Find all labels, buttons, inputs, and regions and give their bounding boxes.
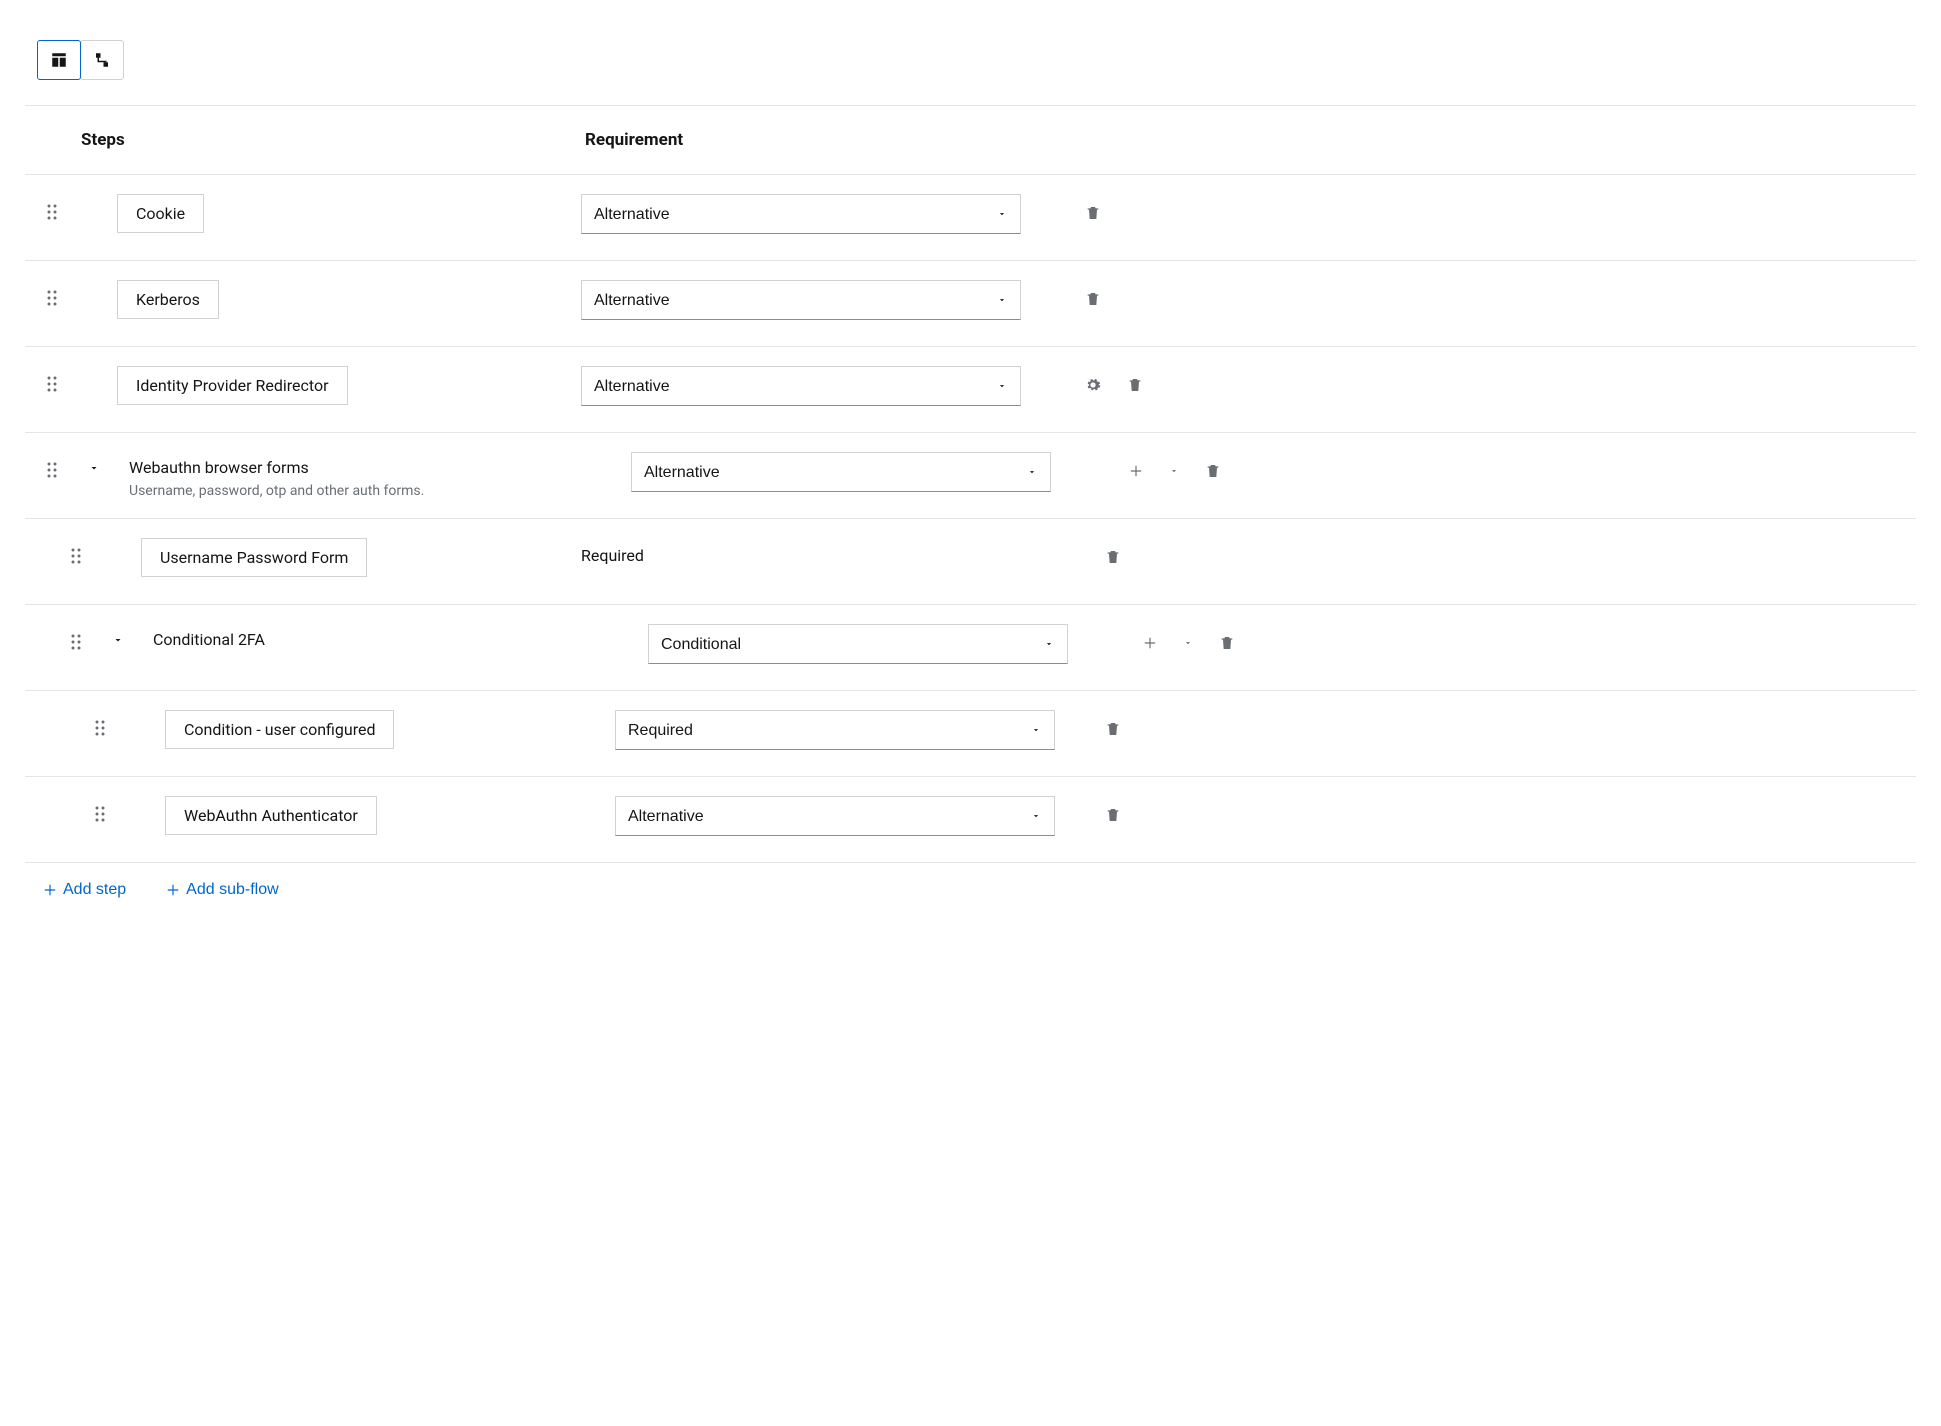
subflow-title: Webauthn browser forms [129,452,424,477]
header-requirement: Requirement [585,130,1916,150]
drag-handle[interactable] [25,452,71,478]
delete-button[interactable] [1101,716,1125,742]
delete-button[interactable] [1081,286,1105,312]
delete-icon [1105,806,1121,824]
expand-toggle[interactable] [71,452,117,474]
step-row: Cookie RequiredAlternativeDisabledConditi… [25,175,1916,261]
table-icon [50,51,68,69]
delete-icon [1085,290,1101,308]
delete-icon [1127,376,1143,394]
delete-icon [1105,720,1121,738]
add-icon [1129,464,1143,478]
requirement-col: Required [581,538,1081,565]
step-chip: Identity Provider Redirector [117,366,348,405]
delete-icon [1219,634,1235,652]
drag-handle[interactable] [25,280,71,306]
requirement-col: RequiredAlternativeDisabledConditional [581,194,1081,234]
menu-button[interactable] [1179,634,1197,652]
add-step-button[interactable]: Add step [43,881,126,899]
menu-button[interactable] [1165,462,1183,480]
requirement-col: RequiredAlternativeDisabledConditional [581,624,1081,664]
subflow-title: Conditional 2FA [153,624,265,649]
step-row: Identity Provider Redirector RequiredAlte… [25,347,1916,433]
drag-handle[interactable] [73,710,119,736]
settings-icon [1085,377,1101,393]
requirement-static: Required [581,538,644,565]
table-header: Steps Requirement [25,105,1916,175]
settings-button[interactable] [1081,373,1105,397]
requirement-col: RequiredAlternativeDisabledConditional [581,366,1081,406]
menu-icon [1169,466,1179,476]
step-row: Conditional 2FA RequiredAlternativeDisabl… [25,605,1916,691]
step-name-col: Identity Provider Redirector [117,366,581,405]
step-row: WebAuthn Authenticator RequiredAlternativ… [25,777,1916,863]
add-step-label: Add step [63,881,126,899]
view-toggle [37,40,124,80]
step-name-col: WebAuthn Authenticator [165,796,581,835]
table-view-button[interactable] [37,40,81,80]
row-actions [1081,710,1125,742]
delete-button[interactable] [1101,544,1125,570]
menu-icon [1183,638,1193,648]
requirement-col: RequiredAlternativeDisabledConditional [581,280,1081,320]
row-actions [1081,366,1147,398]
delete-button[interactable] [1101,802,1125,828]
delete-button[interactable] [1215,630,1239,656]
step-row: Username Password Form Required [25,519,1916,605]
add-button[interactable] [1139,632,1161,654]
drag-handle[interactable] [25,194,71,220]
drag-handle[interactable] [49,538,95,564]
diagram-icon [93,51,111,69]
diagram-view-button[interactable] [80,40,124,80]
delete-button[interactable] [1201,458,1225,484]
delete-icon [1105,548,1121,566]
row-actions [1081,624,1239,656]
row-actions [1081,194,1105,226]
step-name-col: Username Password Form [141,538,581,577]
step-row: Condition - user configured RequiredAlter… [25,691,1916,777]
plus-icon [166,883,180,897]
step-chip: Cookie [117,194,204,233]
row-actions [1081,280,1105,312]
requirement-select[interactable]: RequiredAlternativeDisabledConditional [581,366,1021,406]
requirement-select[interactable]: RequiredAlternativeDisabledConditional [581,280,1021,320]
row-actions [1081,538,1125,570]
delete-icon [1085,204,1101,222]
requirement-select[interactable]: RequiredAlternativeDisabledConditional [648,624,1068,664]
row-actions [1081,452,1225,484]
add-subflow-button[interactable]: Add sub-flow [166,881,279,899]
step-chip: Condition - user configured [165,710,394,749]
step-chip: WebAuthn Authenticator [165,796,377,835]
row-actions [1081,796,1125,828]
expand-toggle[interactable] [95,624,141,646]
header-steps: Steps [25,130,585,150]
add-subflow-label: Add sub-flow [186,881,279,899]
add-icon [1143,636,1157,650]
delete-button[interactable] [1123,372,1147,398]
drag-handle[interactable] [73,796,119,822]
step-row: Webauthn browser forms Username, password… [25,433,1916,519]
step-name-col: Kerberos [117,280,581,319]
plus-icon [43,883,57,897]
step-chip: Username Password Form [141,538,367,577]
step-chip: Kerberos [117,280,219,319]
delete-button[interactable] [1081,200,1105,226]
requirement-select[interactable]: RequiredAlternativeDisabledConditional [581,194,1021,234]
requirement-select[interactable]: RequiredAlternativeDisabledConditional [631,452,1051,492]
requirement-select[interactable]: RequiredAlternativeDisabledConditional [615,796,1055,836]
requirement-col: RequiredAlternativeDisabledConditional [581,710,1081,750]
step-name-col: Condition - user configured [165,710,581,749]
drag-handle[interactable] [49,624,95,650]
requirement-select[interactable]: RequiredAlternativeDisabledConditional [615,710,1055,750]
delete-icon [1205,462,1221,480]
add-button[interactable] [1125,460,1147,482]
step-name-col: Cookie [117,194,581,233]
subflow-desc: Username, password, otp and other auth f… [129,483,424,499]
drag-handle[interactable] [25,366,71,392]
step-name-col: Webauthn browser forms Username, password… [117,452,581,499]
step-row: Kerberos RequiredAlternativeDisabledCondi… [25,261,1916,347]
requirement-col: RequiredAlternativeDisabledConditional [581,796,1081,836]
requirement-col: RequiredAlternativeDisabledConditional [581,452,1081,492]
step-name-col: Conditional 2FA [141,624,581,649]
